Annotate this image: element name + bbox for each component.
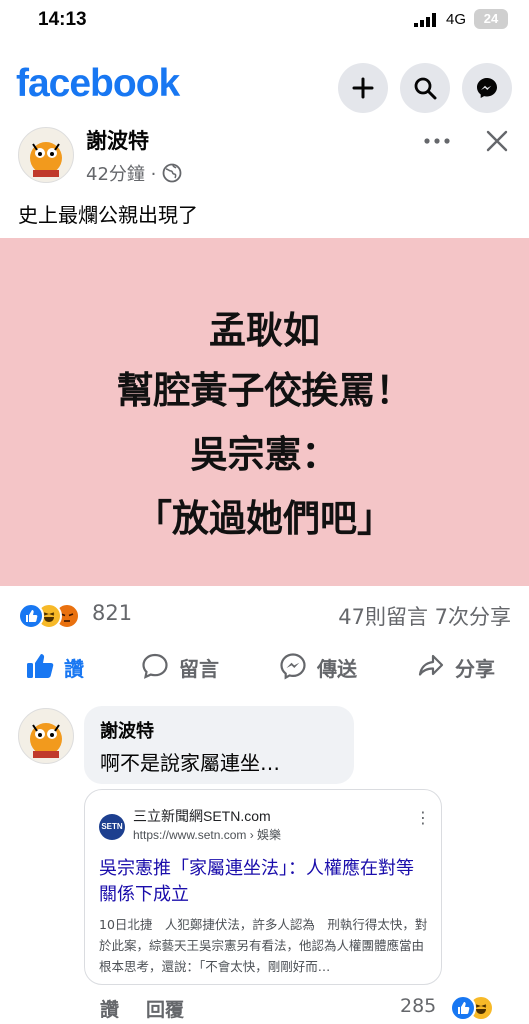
link-snippet: 10日北捷 人犯鄭捷伏法，許多人認為 刑執行得太快，對於此案，綜藝天王吳宗憲另有…	[99, 917, 428, 974]
facebook-logo[interactable]: facebook	[16, 62, 180, 106]
messenger-icon	[477, 78, 497, 98]
network-type: 4G	[446, 11, 467, 28]
thumbs-up-icon	[27, 654, 54, 678]
post-meta: 42分鐘 ·	[86, 160, 182, 186]
create-button[interactable]	[338, 63, 388, 113]
site-name: 三立新聞網SETN.com	[133, 808, 271, 824]
comment-bubble[interactable]: 謝波特 啊不是說家屬連坐…	[84, 706, 354, 784]
plus-icon	[352, 77, 374, 99]
status-time: 14:13	[38, 9, 87, 30]
like-reaction-icon	[18, 603, 44, 629]
more-options-icon[interactable]	[424, 136, 450, 146]
battery-icon: 24	[474, 9, 508, 29]
separator: ·	[150, 164, 163, 185]
messenger-button[interactable]	[462, 63, 512, 113]
comment-reaction-count[interactable]: 285	[400, 995, 436, 1017]
share-label: 分享	[455, 657, 495, 681]
post-image[interactable]: 孟耿如 幫腔黃子佼挨罵！ 吳宗憲： 「放過她們吧」	[0, 238, 529, 586]
comment-label: 留言	[179, 657, 219, 681]
garfield-avatar-icon	[30, 142, 62, 177]
author-avatar[interactable]	[18, 127, 74, 183]
image-text-line: 吳宗憲：	[190, 433, 339, 476]
share-icon	[418, 654, 444, 676]
close-icon[interactable]	[486, 130, 508, 152]
post-text: 史上最爛公親出現了	[18, 203, 198, 227]
post-time: 42分鐘	[86, 164, 145, 185]
like-label: 讚	[64, 657, 84, 681]
send-label: 傳送	[317, 657, 357, 681]
comment-reaction-icons[interactable]	[450, 994, 494, 1021]
commenter-avatar[interactable]	[18, 708, 74, 764]
messenger-icon	[280, 653, 306, 680]
image-text-line: 幫腔黃子佼挨罵！	[116, 369, 413, 412]
image-text-line: 「放過她們吧」	[135, 497, 394, 540]
reaction-count[interactable]: 821	[92, 601, 132, 625]
comments-shares-count[interactable]: 47則留言 7次分享	[338, 601, 511, 631]
garfield-avatar-icon	[30, 723, 62, 758]
status-bar: 14:13 4G 24	[0, 0, 529, 44]
link-title[interactable]: 吳宗憲推「家屬連坐法」：人權應在對等關係下成立	[99, 856, 429, 908]
search-button[interactable]	[400, 63, 450, 113]
comment-icon	[142, 653, 168, 679]
comment-like-button[interactable]: 讚	[100, 995, 119, 1022]
like-reaction-icon	[450, 995, 476, 1021]
image-text-line: 孟耿如	[209, 309, 320, 352]
search-icon	[414, 77, 437, 100]
globe-icon	[162, 163, 182, 183]
post-author[interactable]: 謝波特	[86, 125, 149, 155]
signal-icon	[414, 13, 436, 27]
site-url: https://www.setn.com › 娛樂	[133, 828, 282, 842]
comment-author[interactable]: 謝波特	[100, 717, 154, 743]
setn-logo: SETN	[99, 814, 125, 840]
link-preview-card[interactable]: SETN 三立新聞網SETN.com https://www.setn.com …	[84, 789, 442, 985]
comment-reply-button[interactable]: 回覆	[146, 995, 184, 1022]
more-vert-icon[interactable]: ⋮	[415, 808, 431, 827]
comment-text: 啊不是說家屬連坐…	[100, 751, 280, 775]
